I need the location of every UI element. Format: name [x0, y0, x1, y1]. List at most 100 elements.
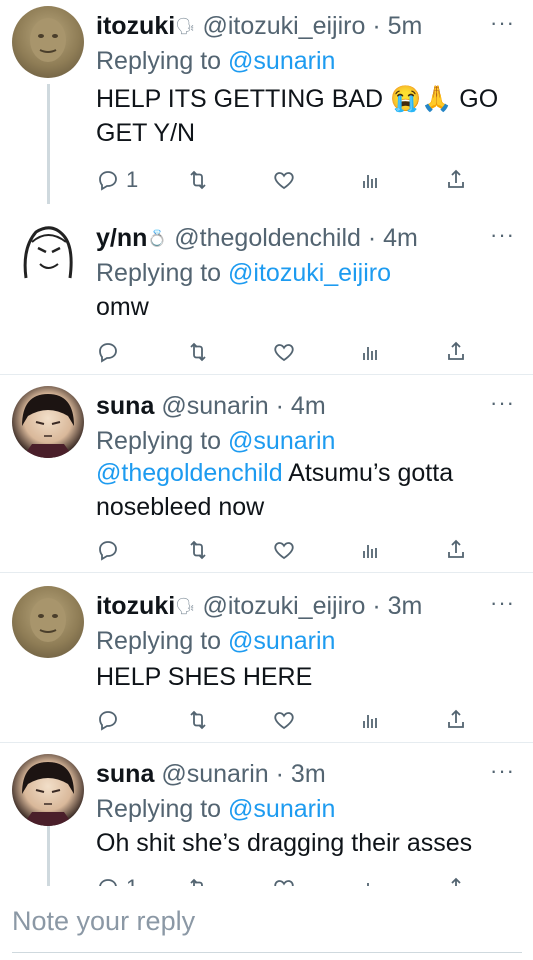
share-button[interactable] [444, 536, 468, 564]
reply-button[interactable]: 1 [96, 166, 138, 194]
replying-to: Replying to @sunarin [96, 424, 335, 458]
replying-prefix: Replying to [96, 427, 222, 455]
display-name[interactable]: suna [96, 760, 154, 788]
replying-mention-link[interactable]: @sunarin [228, 47, 335, 75]
avatar[interactable] [12, 218, 84, 290]
share-button[interactable] [444, 706, 468, 734]
more-options-icon[interactable]: ··· [490, 586, 515, 620]
tweet[interactable]: suna @sunarin · 4m ··· Replying to @suna… [0, 386, 533, 564]
reply-button[interactable] [96, 706, 120, 734]
display-name[interactable]: itozuki [96, 12, 175, 40]
mention-link[interactable]: @thegoldenchild [96, 459, 283, 487]
reply-composer [0, 886, 533, 960]
retweet-icon [190, 540, 206, 560]
tweet-text: Oh shit she’s dragging their asses [96, 829, 473, 857]
reply-icon [99, 343, 117, 363]
retweet-button[interactable] [186, 706, 210, 734]
reply-button[interactable] [96, 338, 120, 366]
timestamp[interactable]: 4m [291, 392, 326, 420]
user-handle[interactable]: @itozuki_eijiro [202, 592, 365, 620]
replying-prefix: Replying to [96, 795, 222, 823]
user-handle[interactable]: @sunarin [161, 392, 268, 420]
reply-icon [99, 171, 117, 191]
tweet-text: HELP ITS GETTING BAD 😭🙏 GO GET Y/N [96, 85, 499, 147]
reply-icon [99, 711, 117, 731]
more-options-icon[interactable]: ··· [490, 218, 515, 252]
replying-mention-link[interactable]: @sunarin [228, 427, 335, 455]
tweet[interactable]: suna @sunarin · 3m ··· Replying to @suna… [0, 754, 533, 900]
tweet-header: itozuki🗣 @itozuki_eijiro · 3m [96, 586, 515, 626]
like-button[interactable] [272, 706, 296, 734]
tweet-actions [96, 536, 506, 564]
heart-icon [274, 542, 294, 560]
timestamp[interactable]: 5m [388, 12, 423, 40]
replying-to: Replying to @sunarin [96, 792, 335, 826]
reply-input[interactable] [12, 894, 522, 948]
tweet-text: @thegoldenchild Atsumu’s gotta nosebleed… [96, 456, 516, 524]
tweet[interactable]: y/nn💍 @thegoldenchild · 4m ··· Replying … [0, 218, 533, 368]
heart-icon [274, 344, 294, 362]
retweet-button[interactable] [186, 338, 210, 366]
timestamp[interactable]: 4m [383, 224, 418, 252]
user-handle[interactable]: @thegoldenchild [174, 224, 361, 252]
display-name[interactable]: itozuki [96, 592, 175, 620]
avatar[interactable] [12, 754, 84, 826]
replying-to: Replying to @sunarin [96, 624, 335, 658]
tweet-header: suna @sunarin · 3m [96, 754, 515, 794]
separator-dot: · [367, 224, 377, 252]
display-name[interactable]: y/nn [96, 224, 147, 252]
more-options-icon[interactable]: ··· [490, 754, 515, 788]
share-icon [448, 169, 464, 188]
analytics-button[interactable] [358, 536, 382, 564]
tweet-actions [96, 706, 506, 734]
avatar[interactable] [12, 386, 84, 458]
timestamp[interactable]: 3m [388, 592, 423, 620]
replying-mention-link[interactable]: @sunarin [228, 627, 335, 655]
tweet-header: y/nn💍 @thegoldenchild · 4m [96, 218, 515, 258]
speaking-head-icon: 🗣 [175, 18, 196, 36]
tweet-text: omw [96, 293, 149, 321]
replying-prefix: Replying to [96, 627, 222, 655]
share-button[interactable] [444, 338, 468, 366]
more-options-icon[interactable]: ··· [490, 386, 515, 420]
analytics-icon [363, 545, 377, 558]
like-button[interactable] [272, 166, 296, 194]
reply-button[interactable] [96, 536, 120, 564]
separator-dot: · [372, 12, 381, 40]
share-icon [448, 341, 464, 360]
analytics-icon [363, 715, 377, 728]
analytics-icon [363, 347, 377, 360]
like-button[interactable] [272, 338, 296, 366]
share-icon [448, 539, 464, 558]
retweet-icon [190, 342, 206, 362]
share-icon [448, 709, 464, 728]
display-name[interactable]: suna [96, 392, 154, 420]
tweet-text: HELP SHES HERE [96, 663, 313, 691]
replying-mention-link[interactable]: @sunarin [228, 795, 335, 823]
retweet-icon [190, 710, 206, 730]
replying-mention-link[interactable]: @itozuki_eijiro [228, 259, 391, 287]
retweet-button[interactable] [186, 536, 210, 564]
tweet[interactable]: itozuki🗣 @itozuki_eijiro · 5m ··· Replyi… [0, 6, 533, 196]
analytics-button[interactable] [358, 706, 382, 734]
share-button[interactable] [444, 166, 468, 194]
more-options-icon[interactable]: ··· [490, 6, 515, 40]
separator-dot: · [275, 760, 284, 788]
timestamp[interactable]: 3m [291, 760, 326, 788]
user-handle[interactable]: @itozuki_eijiro [202, 12, 365, 40]
replying-to: Replying to @itozuki_eijiro [96, 256, 391, 290]
divider [0, 374, 533, 375]
tweet[interactable]: itozuki🗣 @itozuki_eijiro · 3m ··· Replyi… [0, 586, 533, 736]
avatar[interactable] [12, 6, 84, 78]
retweet-button[interactable] [186, 166, 210, 194]
speaking-head-icon: 🗣 [175, 598, 196, 616]
heart-icon [274, 172, 294, 190]
heart-icon [274, 712, 294, 730]
reply-count: 1 [126, 167, 139, 192]
reply-icon [99, 541, 117, 561]
analytics-button[interactable] [358, 166, 382, 194]
like-button[interactable] [272, 536, 296, 564]
user-handle[interactable]: @sunarin [161, 760, 268, 788]
analytics-button[interactable] [358, 338, 382, 366]
avatar[interactable] [12, 586, 84, 658]
